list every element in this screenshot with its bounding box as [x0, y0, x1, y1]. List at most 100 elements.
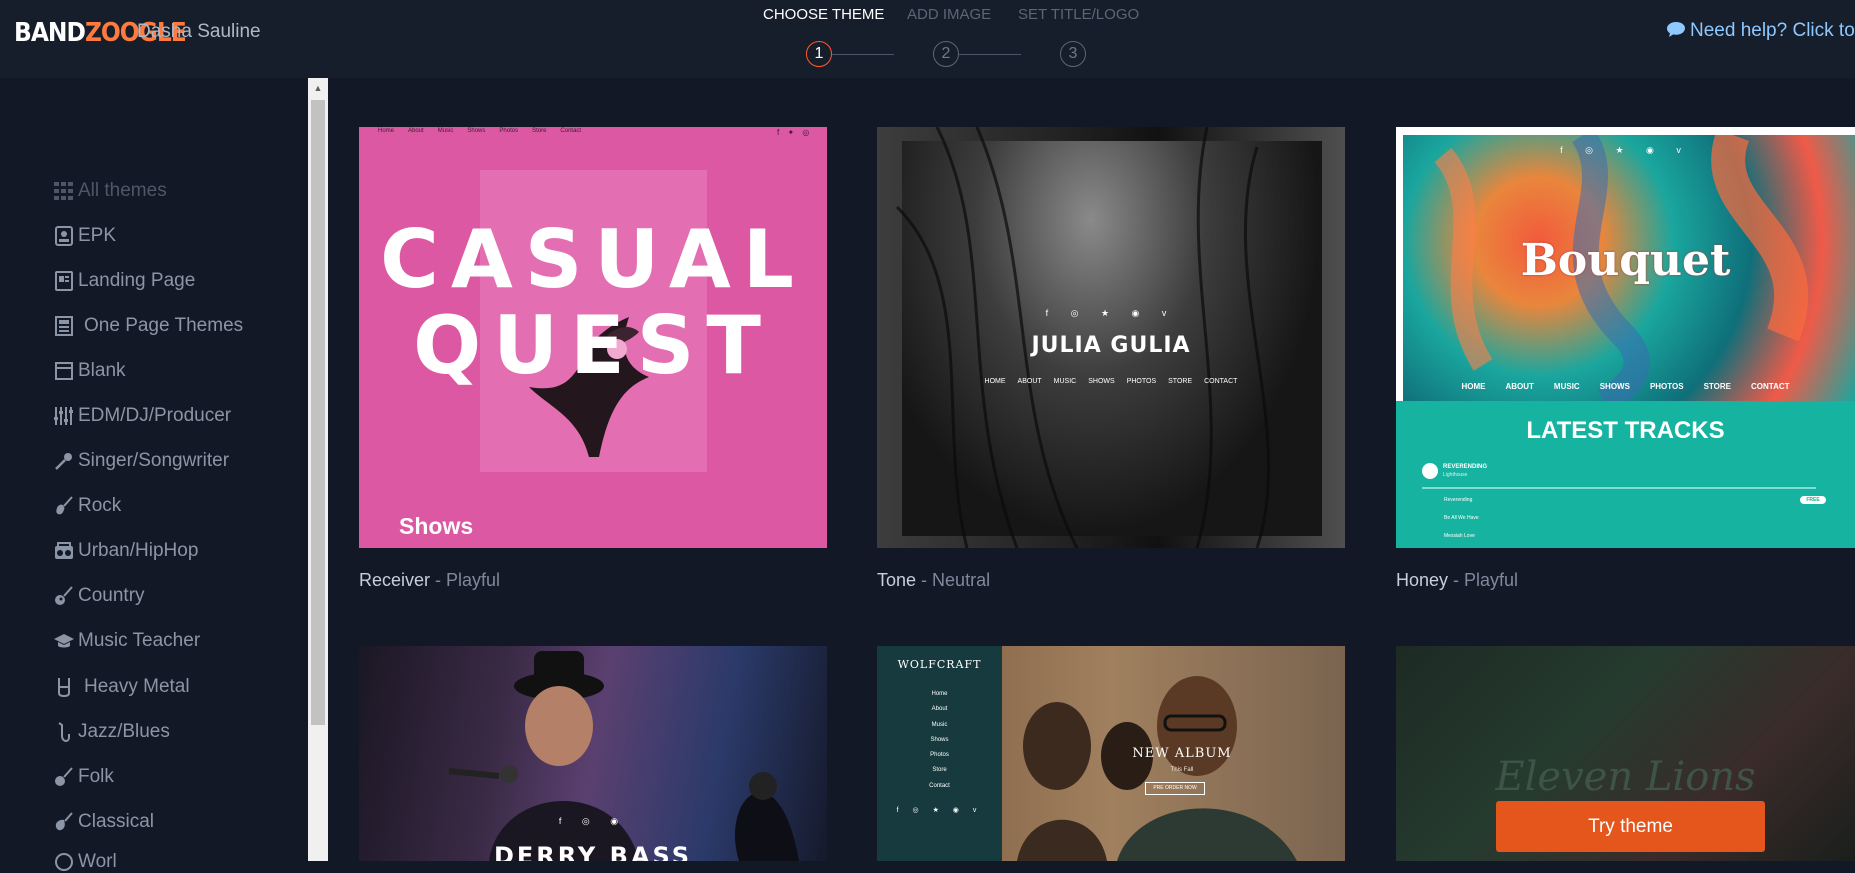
preview-title: Bouquet: [1520, 235, 1731, 286]
sidebar-item-epk[interactable]: EPK: [54, 225, 116, 247]
preview-nav-item: Store: [932, 767, 947, 774]
sidebar-item-label: Country: [78, 585, 145, 606]
sidebar-item-label: Singer/Songwriter: [78, 450, 230, 471]
theme-style: Neutral: [932, 570, 991, 590]
violin-icon: [54, 812, 74, 832]
preview-nav-item: Music: [931, 721, 948, 728]
grid-icon: [54, 181, 74, 201]
scrollbar-thumb[interactable]: [311, 100, 325, 725]
sidebar-item-blank[interactable]: Blank: [54, 360, 126, 382]
preview-nav: Home About Music Shows Photos Store Cont…: [359, 127, 827, 141]
graduation-cap-icon: [54, 631, 74, 651]
sidebar-item-country[interactable]: Country: [54, 585, 145, 607]
step-circle-1[interactable]: 1: [806, 41, 832, 67]
preview-play-icon: [1422, 463, 1438, 479]
preview-nav-item: STORE: [1168, 378, 1193, 385]
sidebar-item-label: Landing Page: [78, 270, 196, 291]
step-label-choose-theme[interactable]: CHOOSE THEME: [763, 6, 884, 23]
theme-caption-receiver: Receiver - Playful: [359, 570, 501, 590]
sidebar-scrollbar[interactable]: ▲: [308, 78, 328, 861]
preview-nav-item: CONTACT: [1751, 382, 1790, 391]
blank-page-icon: [54, 361, 74, 381]
scroll-up-arrow-icon[interactable]: ▲: [308, 78, 328, 98]
preview-nav-item: Photos: [930, 752, 949, 759]
theme-card-honey[interactable]: f ◎ ★ ◉ v Bouquet HOME ABOUT MUSIC SHOWS…: [1396, 127, 1855, 548]
preview-nav-item: MUSIC: [1553, 382, 1580, 391]
preview-nav-item: HOME: [984, 378, 1006, 385]
step-progress: CHOOSE THEME ADD IMAGE SET TITLE/LOGO 1 …: [760, 6, 1140, 67]
preview-nav: HOME ABOUT MUSIC SHOWS PHOTOS STORE CONT…: [877, 378, 1345, 385]
step-label-set-title-logo[interactable]: SET TITLE/LOGO: [1018, 6, 1139, 23]
sidebar-item-rock[interactable]: Rock: [54, 495, 121, 517]
sidebar-item-label: Folk: [78, 766, 114, 787]
banjo-icon: [54, 767, 74, 787]
sidebar-item-one-page-themes[interactable]: One Page Themes: [54, 315, 243, 337]
preview-social-icons: f ◎ ◉: [558, 816, 628, 826]
preview-title: JULIA GULIA: [1031, 333, 1191, 358]
one-page-icon: [54, 316, 74, 336]
sidebar-item-heavy-metal[interactable]: Heavy Metal: [54, 676, 190, 698]
sidebar-item-label: Blank: [78, 360, 126, 381]
preview-track-sub: Lighthouse: [1443, 472, 1468, 478]
preview-preorder-button: PRE ORDER NOW: [1145, 782, 1205, 795]
preview-headline: NEW ALBUM: [1132, 746, 1232, 761]
preview-title-line2: QUEST: [413, 299, 773, 392]
preview-title-line1: CASUAL: [380, 213, 806, 306]
sidebar-item-folk[interactable]: Folk: [54, 766, 114, 788]
preview-nav-item: Photos: [499, 128, 519, 134]
sidebar-item-jazz-blues[interactable]: Jazz/Blues: [54, 721, 170, 743]
theme-card-derry-bass[interactable]: f ◎ ◉ DERRY BASS: [359, 646, 827, 861]
sidebar-item-singer-songwriter[interactable]: Singer/Songwriter: [54, 450, 229, 472]
preview-title: CASUAL QUEST: [359, 217, 827, 389]
preview-track-row: Reverending: [1444, 497, 1473, 503]
sidebar-item-music-teacher[interactable]: Music Teacher: [54, 630, 200, 652]
theme-style: Playful: [1464, 570, 1519, 590]
mixer-sliders-icon: [54, 406, 74, 426]
theme-card-receiver[interactable]: Home About Music Shows Photos Store Cont…: [359, 127, 827, 548]
sidebar-item-classical[interactable]: Classical: [54, 811, 154, 833]
microphone-icon: [54, 451, 74, 471]
preview-nav-item: PHOTOS: [1649, 382, 1684, 391]
saxophone-icon: [54, 722, 74, 742]
preview-title: Eleven Lions: [1495, 754, 1756, 800]
step-label-add-image[interactable]: ADD IMAGE: [907, 6, 991, 23]
preview-free-badge: FREE: [1800, 496, 1826, 504]
preview-nav: HOME ABOUT MUSIC SHOWS PHOTOS STORE CONT…: [1396, 382, 1855, 391]
preview-nav-item: ABOUT: [1505, 382, 1534, 391]
preview-track-artist: REVERENDING: [1443, 464, 1488, 470]
theme-card-wolfcraft[interactable]: WOLFCRAFT Home About Music Shows Photos …: [877, 646, 1345, 861]
preview-nav-item: Shows: [467, 128, 486, 134]
sidebar-item-label: EPK: [78, 225, 117, 246]
theme-caption-honey: Honey - Playful: [1396, 570, 1519, 590]
sidebar-item-label: Rock: [78, 495, 122, 516]
theme-card-tone[interactable]: f ◎ ★ ◉ v JULIA GULIA HOME ABOUT MUSIC S…: [877, 127, 1345, 548]
theme-gallery: Home About Music Shows Photos Store Cont…: [328, 78, 1855, 861]
preview-social-icons: f ✦ ◎: [777, 128, 813, 137]
sidebar-item-landing-page[interactable]: Landing Page: [54, 270, 195, 292]
preview-social-icons: f ◎ ★ ◉ v: [1045, 308, 1177, 318]
preview-section-heading: LATEST TRACKS: [1526, 417, 1725, 444]
sidebar-item-world[interactable]: Worl: [54, 851, 117, 873]
sidebar-item-label: Heavy Metal: [84, 676, 190, 697]
sidebar-item-urban-hiphop[interactable]: Urban/HipHop: [54, 540, 198, 562]
theme-category-sidebar: All themes EPK Landing Page One Page The…: [0, 78, 308, 872]
preview-side-nav-panel: WOLFCRAFT Home About Music Shows Photos …: [877, 646, 1002, 861]
electric-guitar-icon: [54, 496, 74, 516]
sidebar-item-label: All themes: [78, 180, 167, 201]
preview-social-icons: f ◎ ★ ◉ v: [1560, 145, 1691, 155]
try-theme-button[interactable]: Try theme: [1496, 801, 1765, 852]
sidebar-item-edm-dj-producer[interactable]: EDM/DJ/Producer: [54, 405, 231, 427]
theme-name: Receiver: [359, 570, 431, 590]
preview-nav-item: Contact: [929, 782, 950, 789]
preview-nav-item: SHOWS: [1088, 378, 1115, 385]
step-circle-2[interactable]: 2: [933, 41, 959, 67]
logo-band-text: BAND: [14, 18, 86, 48]
preview-social-icons: f ◎ ★ ◉ v: [896, 807, 983, 814]
sidebar-item-all-themes[interactable]: All themes: [54, 180, 167, 202]
preview-singer-photo: [448, 651, 799, 861]
help-chat-link[interactable]: Need help? Click to c: [1666, 20, 1855, 42]
help-text: Need help? Click to c: [1690, 20, 1855, 41]
rock-hand-icon: [54, 677, 74, 697]
preview-brand: WOLFCRAFT: [897, 658, 982, 671]
step-circle-3[interactable]: 3: [1060, 41, 1086, 67]
